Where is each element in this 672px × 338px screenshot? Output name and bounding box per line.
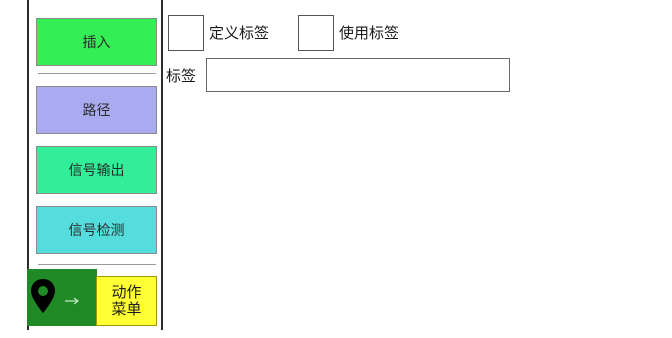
define-tag-checkbox[interactable] — [168, 15, 204, 51]
action-menu-line2: 菜单 — [111, 300, 142, 318]
use-tag-checkbox[interactable] — [298, 15, 334, 51]
action-menu-button[interactable]: 动作 菜单 — [96, 276, 157, 326]
sidebar-separator-bottom — [38, 264, 156, 265]
action-menu-line1: 动作 — [111, 283, 142, 301]
define-tag-label: 定义标签 — [209, 24, 270, 42]
map-pin-icon — [31, 279, 55, 313]
signal-detect-button[interactable]: 信号检测 — [36, 206, 157, 254]
path-button[interactable]: 路径 — [36, 86, 157, 134]
use-tag-label: 使用标签 — [339, 24, 400, 42]
arrow-right-icon — [65, 297, 80, 305]
sidebar-divider — [161, 0, 163, 330]
signal-output-button[interactable]: 信号输出 — [36, 146, 157, 194]
sidebar-separator — [38, 73, 156, 74]
insert-button[interactable]: 插入 — [36, 18, 157, 66]
tag-input[interactable] — [206, 58, 510, 92]
app-root: 插入 路径 信号输出 信号检测 动作 菜单 定义标签 使用标签 标签 — [0, 0, 672, 338]
tag-field-label: 标签 — [166, 67, 197, 85]
location-tile[interactable] — [27, 269, 97, 326]
